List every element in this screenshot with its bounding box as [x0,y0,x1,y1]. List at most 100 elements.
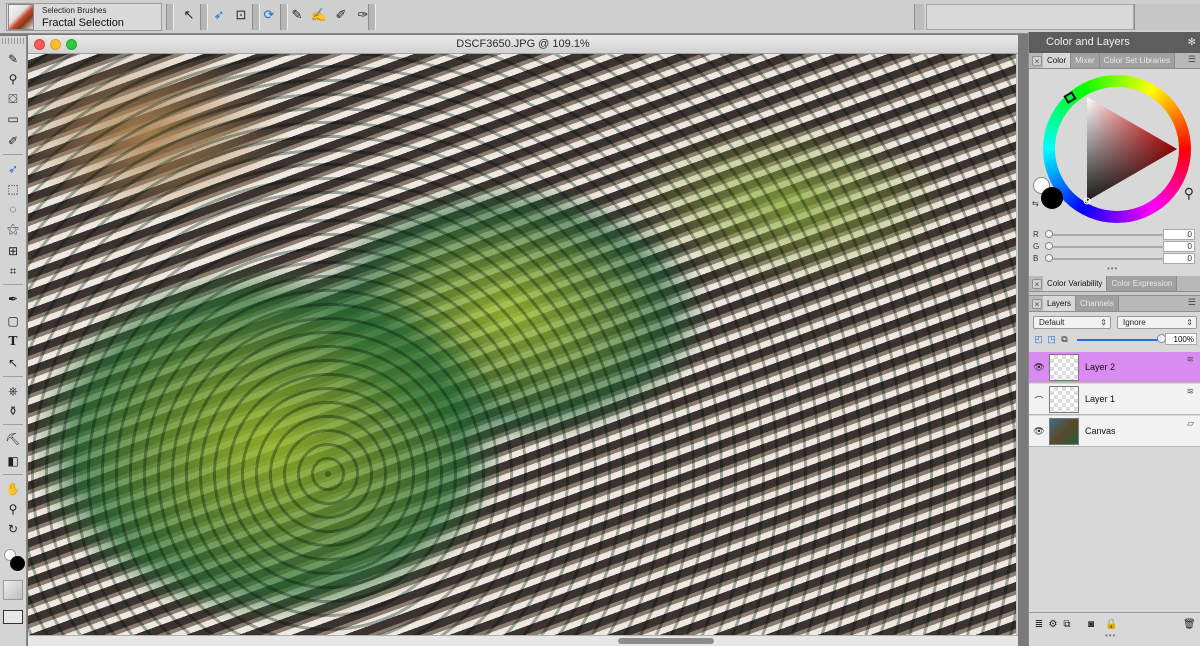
red-value-input[interactable]: 0 [1163,229,1195,240]
property-bar-field[interactable] [926,4,1134,30]
composite-method-select[interactable]: Default ⇕ [1033,316,1111,329]
opacity-value-input[interactable]: 100% [1165,333,1197,345]
color-panel-resize-grip[interactable]: ••• [1107,264,1118,273]
pick-up-underlying-color-icon[interactable]: ◳ [1046,334,1057,345]
tab-color[interactable]: Color [1043,53,1072,68]
layer-row-layer-1[interactable]: ⌒ Layer 1 ≋ [1029,384,1200,415]
magic-wand-tool-icon[interactable]: ⚝ [3,220,23,238]
toolbox-divider [3,376,23,377]
clone-color-icon[interactable]: ⚲ [1184,185,1194,202]
panel-options-gear-icon[interactable]: ✻ [1188,32,1196,53]
layer-adjuster-tool-icon[interactable]: ➶ [3,160,23,178]
color-tab-row: × Color Mixer Color Set Libraries ☰ [1029,53,1200,69]
brush-mode-1-icon[interactable]: ✎ [288,6,306,24]
panel-menu-icon[interactable]: ☰ [1188,54,1196,65]
image-canvas[interactable] [28,54,1018,635]
brush-tool-icon[interactable]: ✎ [3,50,23,68]
selection-bounds-icon[interactable]: ⊡ [232,6,250,24]
horizontal-scrollbar[interactable] [28,635,1018,646]
close-tab-icon[interactable]: × [1032,279,1042,289]
tab-channels[interactable]: Channels [1076,296,1119,311]
dodge-tool-icon[interactable]: ⛏ [3,430,23,448]
reset-tool-icon[interactable]: ↖ [180,6,198,24]
layer-stack-icon: ≋ [1186,354,1194,364]
close-tab-icon[interactable]: × [1032,56,1042,66]
paint-bucket-tool-icon[interactable]: ⛋ [3,90,23,108]
eraser-tool-icon[interactable]: ▭ [3,110,23,128]
screen-mode-icon[interactable] [3,610,23,624]
paper-selector-icon[interactable] [3,580,23,600]
main-color-swatch-large[interactable] [1041,187,1063,209]
crop-tool-icon[interactable]: ⌗ [3,262,23,280]
selection-refresh-icon[interactable]: ⟳ [260,6,278,24]
dropper-tool-icon[interactable]: ⚲ [3,70,23,88]
layers-resize-grip[interactable]: ••• [1105,631,1116,640]
rubber-stamp-tool-icon[interactable]: ⚱ [3,402,23,420]
green-slider-knob[interactable] [1045,242,1053,250]
tab-color-variability[interactable]: Color Variability [1043,276,1108,291]
green-slider-track[interactable] [1049,246,1163,248]
red-slider-knob[interactable] [1045,230,1053,238]
layers-command-bar: ≣ ⚙ ⧉ ◙ 🔒 🗑 ••• [1029,612,1200,640]
composite-depth-select[interactable]: Ignore ⇕ [1117,316,1197,329]
minimize-window-button[interactable] [50,39,61,50]
dynamic-plugins-icon[interactable]: ⚙ [1047,619,1059,631]
visibility-eye-icon[interactable]: 👁 [1032,362,1046,372]
grabber-tool-icon[interactable]: ✋ [3,480,23,498]
shape-selection-tool-icon[interactable]: ↖ [3,354,23,372]
tab-mixer[interactable]: Mixer [1071,53,1100,68]
cloner-tool-icon[interactable]: ⎈ [3,382,23,400]
rectangle-shape-tool-icon[interactable]: ▢ [3,312,23,330]
tab-color-expression[interactable]: Color Expression [1107,276,1178,291]
pen-tool-icon[interactable]: ✒ [3,290,23,308]
blend-tool-icon[interactable]: ✐ [3,132,23,150]
red-slider-track[interactable] [1049,234,1163,236]
lasso-tool-icon[interactable]: ◌ [3,200,23,218]
brush-mode-3-icon[interactable]: ✐ [332,6,350,24]
canvas-thumbnail [1049,418,1079,445]
new-layer-icon[interactable]: ⧉ [1061,619,1073,631]
layer-stack-icon: ≋ [1186,386,1194,396]
layer-visibility-mode-icon[interactable]: ⧉ [1059,334,1070,345]
green-value-input[interactable]: 0 [1163,241,1195,252]
magnifier-tool-icon[interactable]: ⚲ [3,500,23,518]
toolbox-grip[interactable] [2,38,24,44]
close-tab-icon[interactable]: × [1032,299,1042,309]
main-secondary-color-swatches[interactable] [2,546,26,576]
blue-value-input[interactable]: 0 [1163,253,1195,264]
text-tool-icon[interactable]: T [3,332,23,350]
hidden-eye-icon[interactable]: ⌒ [1032,394,1046,406]
layer-commands-icon[interactable]: ≣ [1033,619,1045,631]
opacity-slider-track[interactable] [1077,339,1161,341]
lock-transparency-icon[interactable]: ◰ [1033,334,1044,345]
blue-slider-knob[interactable] [1045,254,1053,262]
visibility-eye-icon[interactable]: 👁 [1032,426,1046,436]
lock-layer-icon[interactable]: 🔒 [1105,619,1117,631]
vertical-scrollbar[interactable] [1016,54,1018,635]
blue-slider-track[interactable] [1049,258,1163,260]
delete-layer-icon[interactable]: 🗑 [1183,619,1196,631]
transform-tool-icon[interactable]: ⊞ [3,242,23,260]
rotate-page-tool-icon[interactable]: ↻ [3,520,23,538]
layers-menu-icon[interactable]: ☰ [1188,297,1196,308]
selection-add-icon[interactable]: ➶ [210,6,228,24]
maximize-window-button[interactable] [66,39,77,50]
brush-selector[interactable]: Selection Brushes Fractal Selection [6,3,162,31]
rectangular-selection-tool-icon[interactable]: ⬚ [3,180,23,198]
layer-row-layer-2[interactable]: 👁 Layer 2 ≋ [1029,352,1200,383]
tab-color-set-libraries[interactable]: Color Set Libraries [1099,53,1175,68]
swap-colors-icon[interactable]: ⇆ [1032,199,1039,208]
color-and-layers-panel: Color and Layers ✻ × Color Mixer Color S… [1028,32,1200,646]
mirror-tool-icon[interactable]: ◧ [3,452,23,470]
layer-name: Layer 1 [1085,394,1116,404]
horizontal-scrollbar-thumb[interactable] [618,638,714,644]
layer-row-canvas[interactable]: 👁 Canvas ▱ [1029,416,1200,447]
tab-layers[interactable]: Layers [1043,296,1077,311]
close-window-button[interactable] [34,39,45,50]
brush-mode-2-icon[interactable]: ✍ [310,6,328,24]
selection-mode-group: ➶ ⊡ [210,6,250,24]
main-color-swatch[interactable] [10,556,25,571]
hue-ring[interactable] [1043,75,1191,223]
layer-mask-icon[interactable]: ◙ [1085,619,1097,631]
opacity-row: ◰ ◳ ⧉ 100% [1033,333,1197,347]
